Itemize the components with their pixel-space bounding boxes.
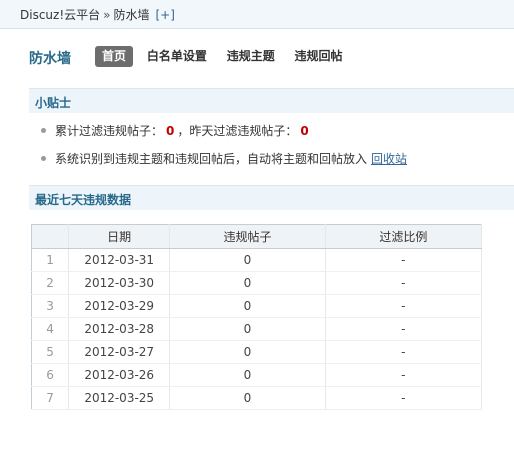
row-count: 0 [169, 271, 326, 295]
tab-whitelist[interactable]: 白名单设置 [141, 46, 213, 67]
total-filtered-count: 0 [166, 124, 175, 138]
breadcrumb-separator: » [103, 8, 111, 22]
row-index: 4 [31, 317, 70, 341]
table-row: 1 2012-03-31 0 - [31, 248, 483, 272]
row-index: 5 [31, 340, 70, 364]
recycle-tip-text: 系统识别到违规主题和违规回帖后，自动将主题和回帖放入 [55, 152, 368, 166]
table-row: 6 2012-03-26 0 - [31, 363, 483, 387]
tip-item-totals: 累计过滤违规帖子： 0 ，昨天过滤违规帖子： 0 [39, 122, 509, 150]
column-header-ratio: 过滤比例 [325, 224, 483, 249]
tab-violating-threads[interactable]: 违规主题 [221, 46, 281, 67]
table-header-row: 日期 违规帖子 过滤比例 [31, 224, 483, 249]
row-index: 3 [31, 294, 70, 318]
table-row: 2 2012-03-30 0 - [31, 271, 483, 295]
row-ratio: - [325, 248, 483, 272]
breadcrumb-root[interactable]: Discuz!云平台 [20, 8, 100, 22]
recycle-bin-link[interactable]: 回收站 [371, 152, 407, 166]
row-ratio: - [325, 317, 483, 341]
row-count: 0 [169, 248, 326, 272]
tab-violating-replies[interactable]: 违规回帖 [289, 46, 349, 67]
page-title: 防水墙 [29, 51, 71, 67]
row-ratio: - [325, 294, 483, 318]
row-count: 0 [169, 386, 326, 410]
row-index: 6 [31, 363, 70, 387]
total-filtered-label: 累计过滤违规帖子： [55, 124, 164, 138]
row-date: 2012-03-27 [68, 340, 171, 364]
add-shortcut-button[interactable]: [+] [156, 8, 175, 22]
row-index: 2 [31, 271, 70, 295]
tab-home[interactable]: 首页 [95, 46, 134, 67]
row-date: 2012-03-31 [68, 248, 171, 272]
row-date: 2012-03-29 [68, 294, 171, 318]
page-header: 防水墙 首页 白名单设置 违规主题 违规回帖 [29, 46, 514, 70]
row-count: 0 [169, 294, 326, 318]
row-index: 1 [31, 248, 70, 272]
yesterday-filtered-count: 0 [300, 124, 309, 138]
breadcrumb-current: 防水墙 [113, 8, 150, 22]
yesterday-filtered-label: ，昨天过滤违规帖子： [177, 124, 298, 138]
row-date: 2012-03-28 [68, 317, 171, 341]
tips-heading: 小贴士 [29, 88, 514, 113]
column-header-date: 日期 [68, 224, 171, 249]
table-row: 4 2012-03-28 0 - [31, 317, 483, 341]
row-count: 0 [169, 317, 326, 341]
table-row: 3 2012-03-29 0 - [31, 294, 483, 318]
row-ratio: - [325, 363, 483, 387]
nav-tabs: 首页 白名单设置 违规主题 违规回帖 [95, 46, 353, 67]
column-header-index [31, 224, 70, 249]
breadcrumb: Discuz!云平台» 防水墙 [+] [0, 0, 514, 29]
row-ratio: - [325, 271, 483, 295]
row-count: 0 [169, 340, 326, 364]
row-index: 7 [31, 386, 70, 410]
row-ratio: - [325, 386, 483, 410]
row-date: 2012-03-25 [68, 386, 171, 410]
row-count: 0 [169, 363, 326, 387]
row-ratio: - [325, 340, 483, 364]
tips-list: 累计过滤违规帖子： 0 ，昨天过滤违规帖子： 0 系统识别到违规主题和违规回帖后，自动… [39, 122, 509, 178]
tip-item-recycle: 系统识别到违规主题和违规回帖后，自动将主题和回帖放入 回收站 [39, 150, 509, 178]
row-date: 2012-03-26 [68, 363, 171, 387]
stats-table: 日期 违规帖子 过滤比例 1 2012-03-31 0 - 2 2012-03-… [31, 224, 483, 410]
column-header-count: 违规帖子 [169, 224, 326, 249]
table-row: 7 2012-03-25 0 - [31, 386, 483, 410]
row-date: 2012-03-30 [68, 271, 171, 295]
stats-heading: 最近七天违规数据 [29, 185, 514, 210]
table-row: 5 2012-03-27 0 - [31, 340, 483, 364]
